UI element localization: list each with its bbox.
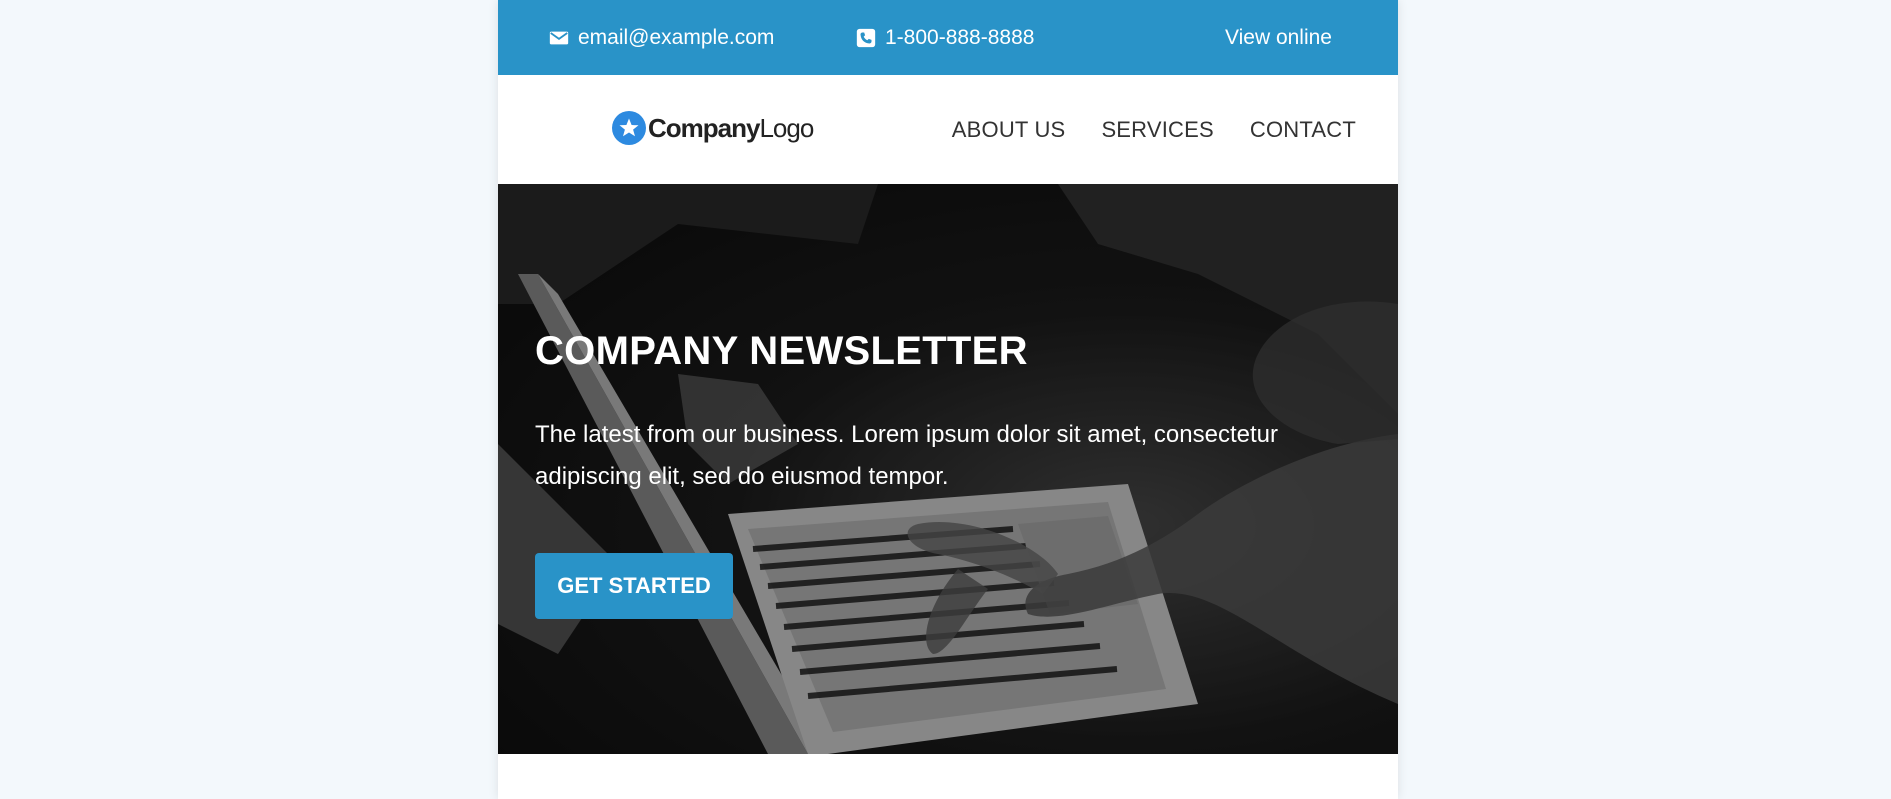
nav-services[interactable]: SERVICES [1101,117,1213,143]
main-nav: ABOUT US SERVICES CONTACT [916,75,1356,184]
logo-text-regular: Logo [759,112,814,143]
top-bar: email@example.com 1-800-888-8888 View on… [498,0,1398,75]
get-started-button[interactable]: GET STARTED [535,553,733,619]
email-address: email@example.com [578,25,775,49]
nav-contact[interactable]: CONTACT [1250,117,1356,143]
logo-text-bold: Company [648,112,760,143]
email-container: email@example.com 1-800-888-8888 View on… [498,0,1398,799]
phone-link[interactable]: 1-800-888-8888 [855,0,1034,75]
company-logo[interactable]: CompanyLogo [612,111,814,145]
envelope-icon [548,27,570,49]
star-icon [612,111,646,145]
header: CompanyLogo ABOUT US SERVICES CONTACT [498,75,1398,184]
hero-banner: COMPANY NEWSLETTER The latest from our b… [498,184,1398,754]
logo-text: CompanyLogo [648,112,814,144]
email-link[interactable]: email@example.com [548,0,774,75]
content-area [498,754,1398,799]
nav-about-us[interactable]: ABOUT US [952,117,1066,143]
phone-number: 1-800-888-8888 [885,25,1035,49]
hero-description: The latest from our business. Lorem ipsu… [535,421,1278,490]
hero-title: COMPANY NEWSLETTER [535,329,1028,373]
hero-content: COMPANY NEWSLETTER The latest from our b… [535,329,1355,498]
phone-icon [855,27,877,49]
view-online-link[interactable]: View online [1225,0,1332,75]
